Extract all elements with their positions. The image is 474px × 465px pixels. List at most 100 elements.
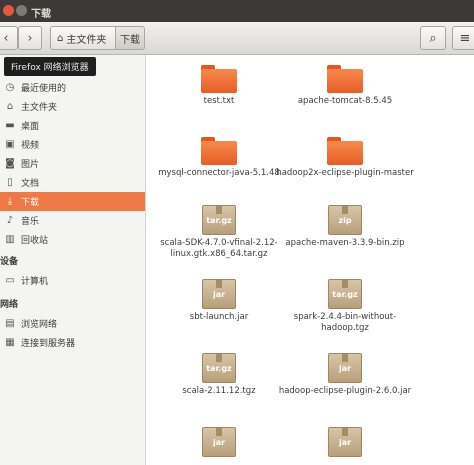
sidebar-item-label: 桌面 xyxy=(21,122,40,132)
file-item[interactable]: jar sbt-launch.jar xyxy=(149,279,289,323)
forward-button[interactable]: › xyxy=(18,26,42,50)
sidebar-section-header: 设备 xyxy=(0,257,19,267)
sidebar-item[interactable]: ▭ 计算机 xyxy=(0,271,145,290)
camera-icon: ◙ xyxy=(5,158,15,169)
file-name: hadoop2x-eclipse-plugin-master xyxy=(276,168,414,178)
search-icon: ⌕ xyxy=(429,30,437,46)
archive-extension-label: jar xyxy=(338,364,352,373)
server-icon: ▦ xyxy=(5,337,15,348)
chevron-left-icon: ‹ xyxy=(3,30,9,46)
folder-icon xyxy=(327,137,363,165)
sidebar-item[interactable]: ▯ 文档 xyxy=(0,173,145,192)
computer-icon: ▭ xyxy=(5,275,15,286)
close-window-button[interactable] xyxy=(3,5,14,16)
video-icon: ▣ xyxy=(5,139,15,150)
archive-extension-label: jar xyxy=(338,438,352,447)
sidebar-item-label: 浏览网络 xyxy=(21,320,58,330)
download-icon: ⤓ xyxy=(7,196,13,207)
file-name: spark-2.4.4-bin-without-hadoop.tgz xyxy=(293,312,397,333)
archive-icon: jar xyxy=(202,427,236,457)
desktop-folder-icon: ▬ xyxy=(5,120,15,131)
file-name: apache-maven-3.3.9-bin.zip xyxy=(285,238,405,248)
network-icon: ▤ xyxy=(5,318,15,329)
folder-icon xyxy=(327,65,363,93)
search-button[interactable]: ⌕ xyxy=(420,26,446,50)
file-name: scala-2.11.12.tgz xyxy=(182,386,256,396)
sidebar-item[interactable]: ▦ 连接到服务器 xyxy=(0,333,145,352)
music-icon: ♪ xyxy=(6,215,14,226)
sidebar-item-label: 连接到服务器 xyxy=(21,339,76,349)
archive-icon: jar xyxy=(328,427,362,457)
file-name: sbt-launch.jar xyxy=(189,312,249,322)
sidebar-item-label: 视频 xyxy=(21,141,40,151)
file-item[interactable]: tar.gz scala-2.11.12.tgz xyxy=(149,353,289,397)
firefox-tooltip: Firefox 网络浏览器 xyxy=(4,57,96,76)
archive-icon: tar.gz xyxy=(202,205,236,235)
sidebar-section-header: 网络 xyxy=(0,300,19,310)
sidebar-item-label: 文档 xyxy=(21,179,40,189)
sidebar-item[interactable]: ▣ 视频 xyxy=(0,135,145,154)
breadcrumb-home-label: 主文件夹 xyxy=(66,34,107,46)
sidebar: ◷ 最近使用的 ⌂ 主文件夹 ▬ 桌面 ▣ 视频 ◙ 图片 ▯ 文档 ⤓ 下载 ♪ 音乐 ▥ 回收站 设备 ▭ 计算机网… xyxy=(0,55,146,465)
file-item[interactable]: hadoop2x-eclipse-plugin-master xyxy=(275,137,415,179)
archive-extension-label: tar.gz xyxy=(206,364,232,373)
archive-extension-label: tar.gz xyxy=(332,290,358,299)
file-item[interactable]: jar hadoop-eclipse-plugin-2.6.0.jar xyxy=(275,353,415,397)
sidebar-item-label: 下载 xyxy=(21,198,40,208)
sidebar-item[interactable]: ◷ 最近使用的 xyxy=(0,78,145,97)
sidebar-item[interactable]: ⤓ 下载 xyxy=(0,192,145,211)
folder-icon xyxy=(201,137,237,165)
sidebar-item-label: 图片 xyxy=(21,160,40,170)
file-item[interactable]: zip apache-maven-3.3.9-bin.zip xyxy=(275,205,415,249)
sidebar-item[interactable]: ▤ 浏览网络 xyxy=(0,314,145,333)
sidebar-item[interactable]: ▬ 桌面 xyxy=(0,116,145,135)
file-item[interactable]: tar.gz spark-2.4.4-bin-without-hadoop.tgz xyxy=(275,279,415,334)
file-name: test.txt xyxy=(203,96,235,106)
sidebar-item-label: 回收站 xyxy=(21,236,49,246)
sidebar-item[interactable]: ▥ 回收站 xyxy=(0,230,145,249)
toolbar: ‹ › ⌂ 主文件夹 下载 ⌕ ≡ xyxy=(0,22,474,55)
sidebar-item[interactable]: ◙ 图片 xyxy=(0,154,145,173)
archive-extension-label: zip xyxy=(338,216,352,225)
file-item[interactable]: apache-tomcat-8.5.45 xyxy=(275,65,415,107)
file-name: hadoop-eclipse-plugin-2.6.0.jar xyxy=(278,386,412,396)
minimize-window-button[interactable] xyxy=(16,5,27,16)
chevron-right-icon: › xyxy=(27,30,33,46)
archive-icon: tar.gz xyxy=(328,279,362,309)
archive-icon: jar xyxy=(328,353,362,383)
menu-icon: ≡ xyxy=(459,30,471,46)
back-button[interactable]: ‹ xyxy=(0,26,18,50)
sidebar-item[interactable]: ⌂ 主文件夹 xyxy=(0,97,145,116)
sidebar-item[interactable]: ♪ 音乐 xyxy=(0,211,145,230)
archive-extension-label: tar.gz xyxy=(206,216,232,225)
sidebar-item-label: 音乐 xyxy=(21,217,40,227)
sidebar-item-label: 最近使用的 xyxy=(21,84,67,94)
file-item[interactable]: jar xyxy=(275,427,415,460)
archive-extension-label: jar xyxy=(212,438,226,447)
folder-icon xyxy=(201,65,237,93)
file-grid: test.txt apache-tomcat-8.5.45 mysql-connec… xyxy=(146,55,474,465)
sidebar-item-label: 计算机 xyxy=(21,277,49,287)
document-icon: ▯ xyxy=(7,177,13,188)
breadcrumb-current[interactable]: 下载 xyxy=(115,26,145,50)
archive-icon: tar.gz xyxy=(202,353,236,383)
trash-icon: ▥ xyxy=(5,234,15,245)
file-item[interactable]: tar.gz scala-SDK-4.7.0-vfinal-2.12-linux.… xyxy=(149,205,289,260)
home-icon: ⌂ xyxy=(6,101,14,112)
archive-extension-label: jar xyxy=(212,290,226,299)
sidebar-item-label: 主文件夹 xyxy=(21,103,58,113)
file-item[interactable]: test.txt xyxy=(149,65,289,107)
file-item[interactable]: jar xyxy=(149,427,289,460)
file-name: apache-tomcat-8.5.45 xyxy=(297,96,393,106)
clock-icon: ◷ xyxy=(5,82,15,93)
window-title: 下载 xyxy=(31,9,51,20)
view-menu-button[interactable]: ≡ xyxy=(452,26,474,50)
breadcrumb-current-label: 下载 xyxy=(120,34,140,46)
file-name: scala-SDK-4.7.0-vfinal-2.12-linux.gtk.x8… xyxy=(160,238,278,259)
archive-icon: zip xyxy=(328,205,362,235)
file-name: mysql-connector-java-5.1.48 xyxy=(158,168,280,178)
archive-icon: jar xyxy=(202,279,236,309)
home-icon: ⌂ xyxy=(57,32,64,44)
breadcrumb-home[interactable]: ⌂ 主文件夹 xyxy=(50,26,116,50)
file-item[interactable]: mysql-connector-java-5.1.48 xyxy=(149,137,289,179)
